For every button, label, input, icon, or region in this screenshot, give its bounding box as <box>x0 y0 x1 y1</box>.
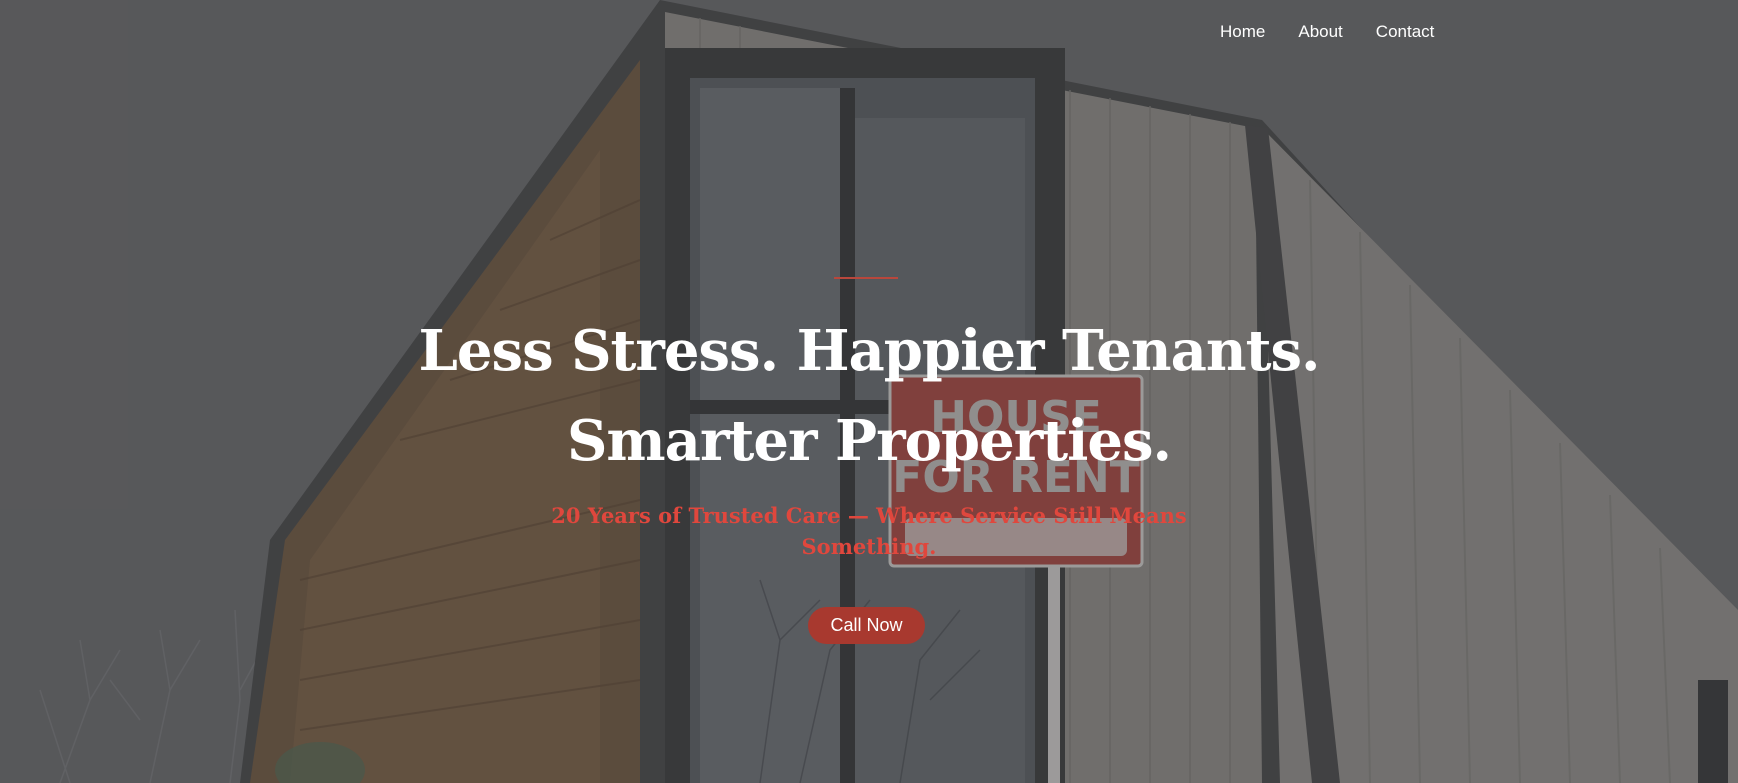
call-now-button[interactable]: Call Now <box>808 607 925 644</box>
hero-headline-line1: Less Stress. Happier Tenants. <box>418 318 1321 384</box>
hero-section: HOUSE FOR RENT Home About Contact Less S… <box>0 0 1738 783</box>
heading-accent-divider <box>834 277 898 279</box>
hero-headline-line2: Smarter Properties. <box>566 408 1172 474</box>
hero-headline: Less Stress. Happier Tenants. Smarter Pr… <box>369 306 1369 486</box>
main-nav: Home About Contact <box>1220 22 1434 42</box>
nav-link-contact[interactable]: Contact <box>1376 22 1435 42</box>
hero-subheadline: 20 Years of Trusted Care — Where Service… <box>551 503 1187 559</box>
nav-link-about[interactable]: About <box>1298 22 1342 42</box>
nav-link-home[interactable]: Home <box>1220 22 1265 42</box>
